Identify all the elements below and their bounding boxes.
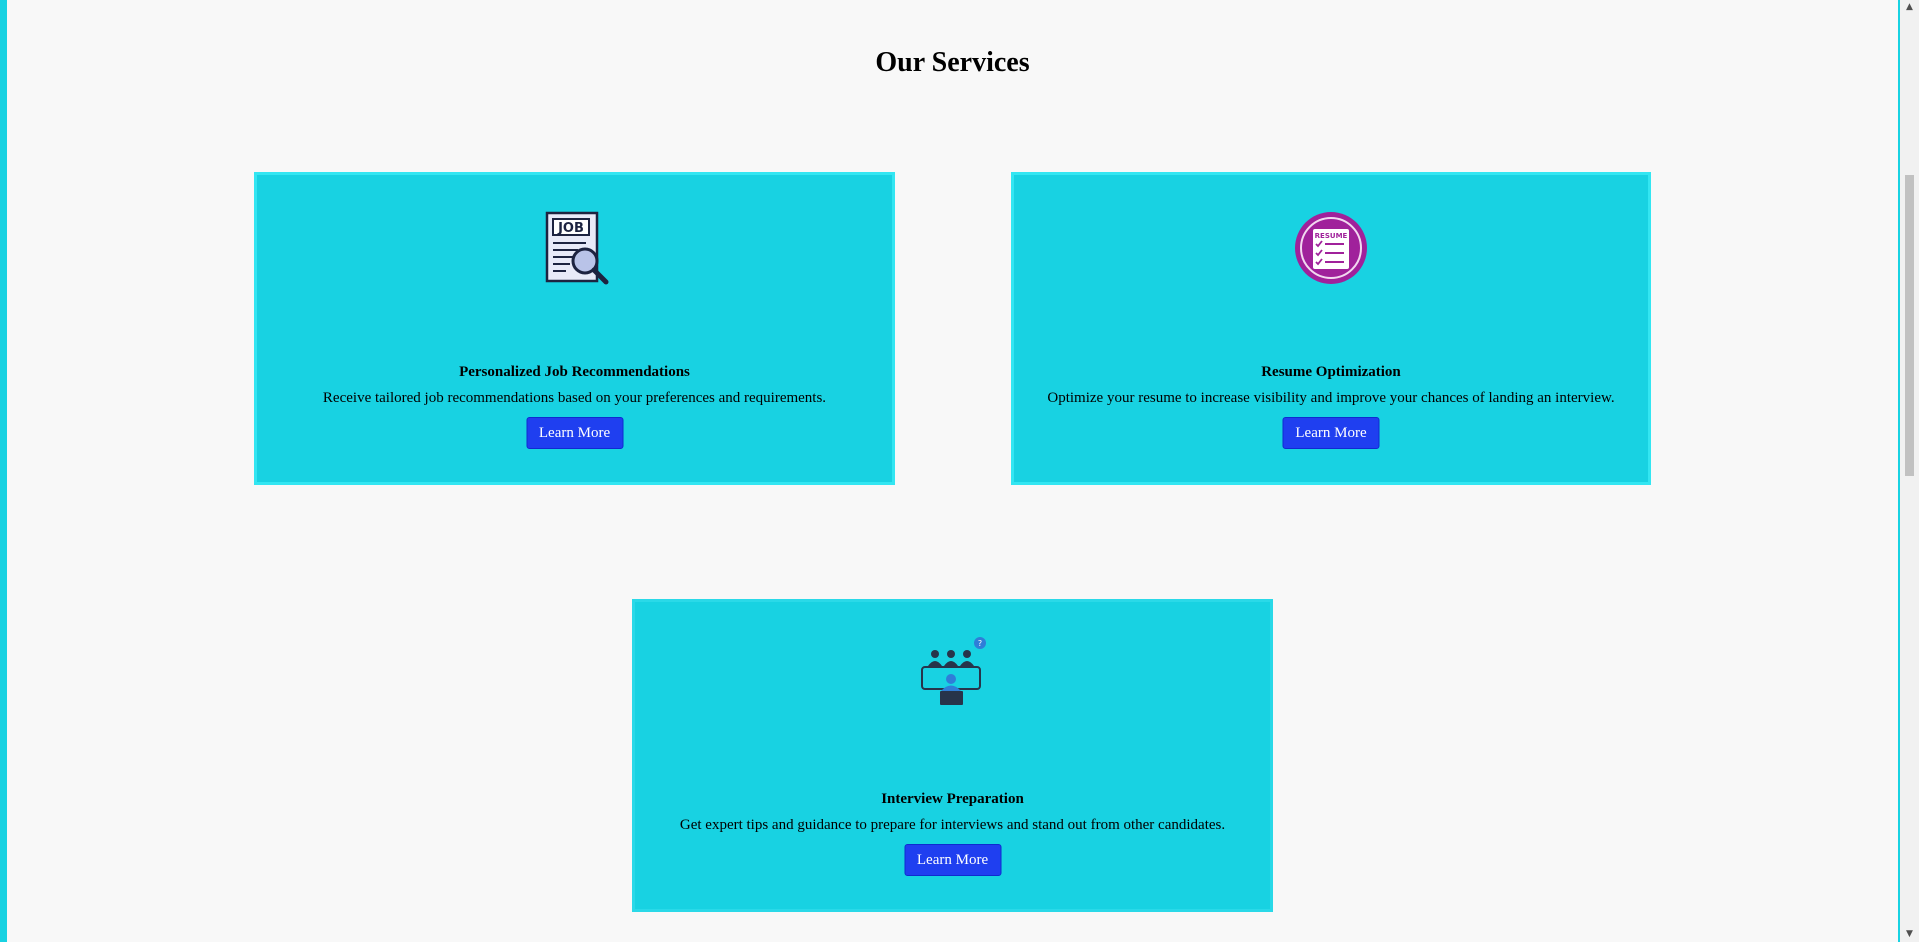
service-description: Optimize your resume to increase visibil… [1047,390,1615,406]
job-search-icon: JOB [536,209,614,287]
scroll-up-arrow-icon[interactable]: ▲ [1902,0,1917,15]
section-title: Our Services [875,47,1030,78]
learn-more-button[interactable]: Learn More [904,844,1001,876]
service-description: Get expert tips and guidance to prepare … [679,817,1226,833]
service-title: Personalized Job Recommendations [459,364,690,380]
service-title: Resume Optimization [1261,364,1401,380]
svg-text:?: ? [977,639,981,648]
service-description: Receive tailored job recommendations bas… [322,390,827,406]
learn-more-button[interactable]: Learn More [1282,417,1380,449]
svg-text:RESUME: RESUME [1315,232,1348,240]
learn-more-button[interactable]: Learn More [526,417,623,449]
interview-panel-icon: ? [914,636,992,714]
service-card-interview-preparation: ? Interview Preparation Get expert tips … [632,599,1273,912]
service-title: Interview Preparation [881,791,1024,807]
service-card-resume-optimization: RESUME Resume Optimization Optimize your… [1011,172,1651,485]
scroll-down-arrow-icon[interactable]: ▼ [1902,927,1917,942]
page-left-border [0,0,7,942]
service-card-job-recommendations: JOB Personalized Job Recommendations Rec… [254,172,895,485]
resume-checklist-icon: RESUME [1292,209,1370,287]
scrollbar-thumb[interactable] [1905,175,1914,476]
svg-text:JOB: JOB [557,221,584,236]
